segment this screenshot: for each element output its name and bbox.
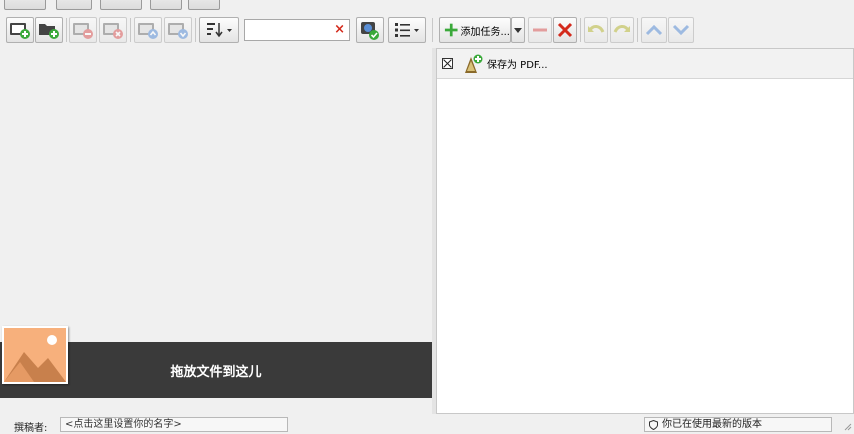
- top-toolbar-button[interactable]: [150, 0, 182, 10]
- app-window: × 添加任务... 拖放文件到这儿 保存为 PDF... 撰稿者: <点击这里设…: [0, 0, 854, 434]
- drop-zone-text: 拖放文件到这儿: [170, 364, 262, 380]
- remove-task-button[interactable]: [528, 17, 552, 43]
- move-task-up-button[interactable]: [641, 17, 667, 43]
- task-checkbox[interactable]: [442, 58, 453, 69]
- top-toolbar: [0, 0, 854, 10]
- chevron-down-icon: [672, 24, 690, 36]
- plus-icon: [444, 23, 458, 37]
- undo-button[interactable]: [584, 17, 608, 43]
- task-label: 保存为 PDF...: [487, 60, 548, 71]
- minus-icon: [533, 28, 547, 32]
- list-view-icon: [395, 23, 419, 37]
- list-view-button[interactable]: [388, 17, 426, 43]
- add-task-button[interactable]: 添加任务...: [439, 17, 511, 43]
- top-toolbar-button[interactable]: [56, 0, 92, 10]
- resize-grip-icon[interactable]: [842, 421, 852, 431]
- redo-icon: [613, 25, 630, 33]
- status-bar: 撰稿者: <点击这里设置你的名字> 你已在使用最新的版本: [0, 416, 854, 434]
- add-task-dropdown[interactable]: [511, 17, 525, 43]
- delete-task-button[interactable]: [553, 17, 577, 43]
- top-toolbar-button[interactable]: [100, 0, 142, 10]
- toolbar-separator: [580, 18, 581, 42]
- version-status[interactable]: 你已在使用最新的版本: [644, 417, 832, 432]
- undo-icon: [588, 25, 605, 33]
- convert-button[interactable]: [356, 17, 384, 43]
- chevron-down-icon: [514, 28, 522, 33]
- version-status-text: 你已在使用最新的版本: [662, 419, 762, 430]
- x-icon: [557, 22, 573, 38]
- top-toolbar-button[interactable]: [188, 0, 220, 10]
- add-task-label: 添加任务...: [460, 26, 510, 38]
- author-name-field[interactable]: <点击这里设置你的名字>: [60, 417, 288, 432]
- task-item[interactable]: 保存为 PDF...: [437, 49, 853, 79]
- main-toolbar-right: 添加任务...: [0, 14, 854, 46]
- shield-icon: [649, 419, 658, 430]
- toolbar-separator: [432, 18, 433, 42]
- task-list-panel: 保存为 PDF...: [436, 48, 854, 414]
- pdf-save-icon: [465, 54, 483, 73]
- convert-icon: [361, 22, 379, 40]
- top-toolbar-button[interactable]: [4, 0, 46, 10]
- drop-image-icon: [2, 326, 68, 384]
- toolbar-separator: [637, 18, 638, 42]
- author-label: 撰稿者:: [14, 423, 48, 434]
- file-list-panel[interactable]: 拖放文件到这儿: [0, 48, 432, 414]
- redo-button[interactable]: [610, 17, 634, 43]
- chevron-up-icon: [645, 24, 663, 36]
- move-task-down-button[interactable]: [668, 17, 694, 43]
